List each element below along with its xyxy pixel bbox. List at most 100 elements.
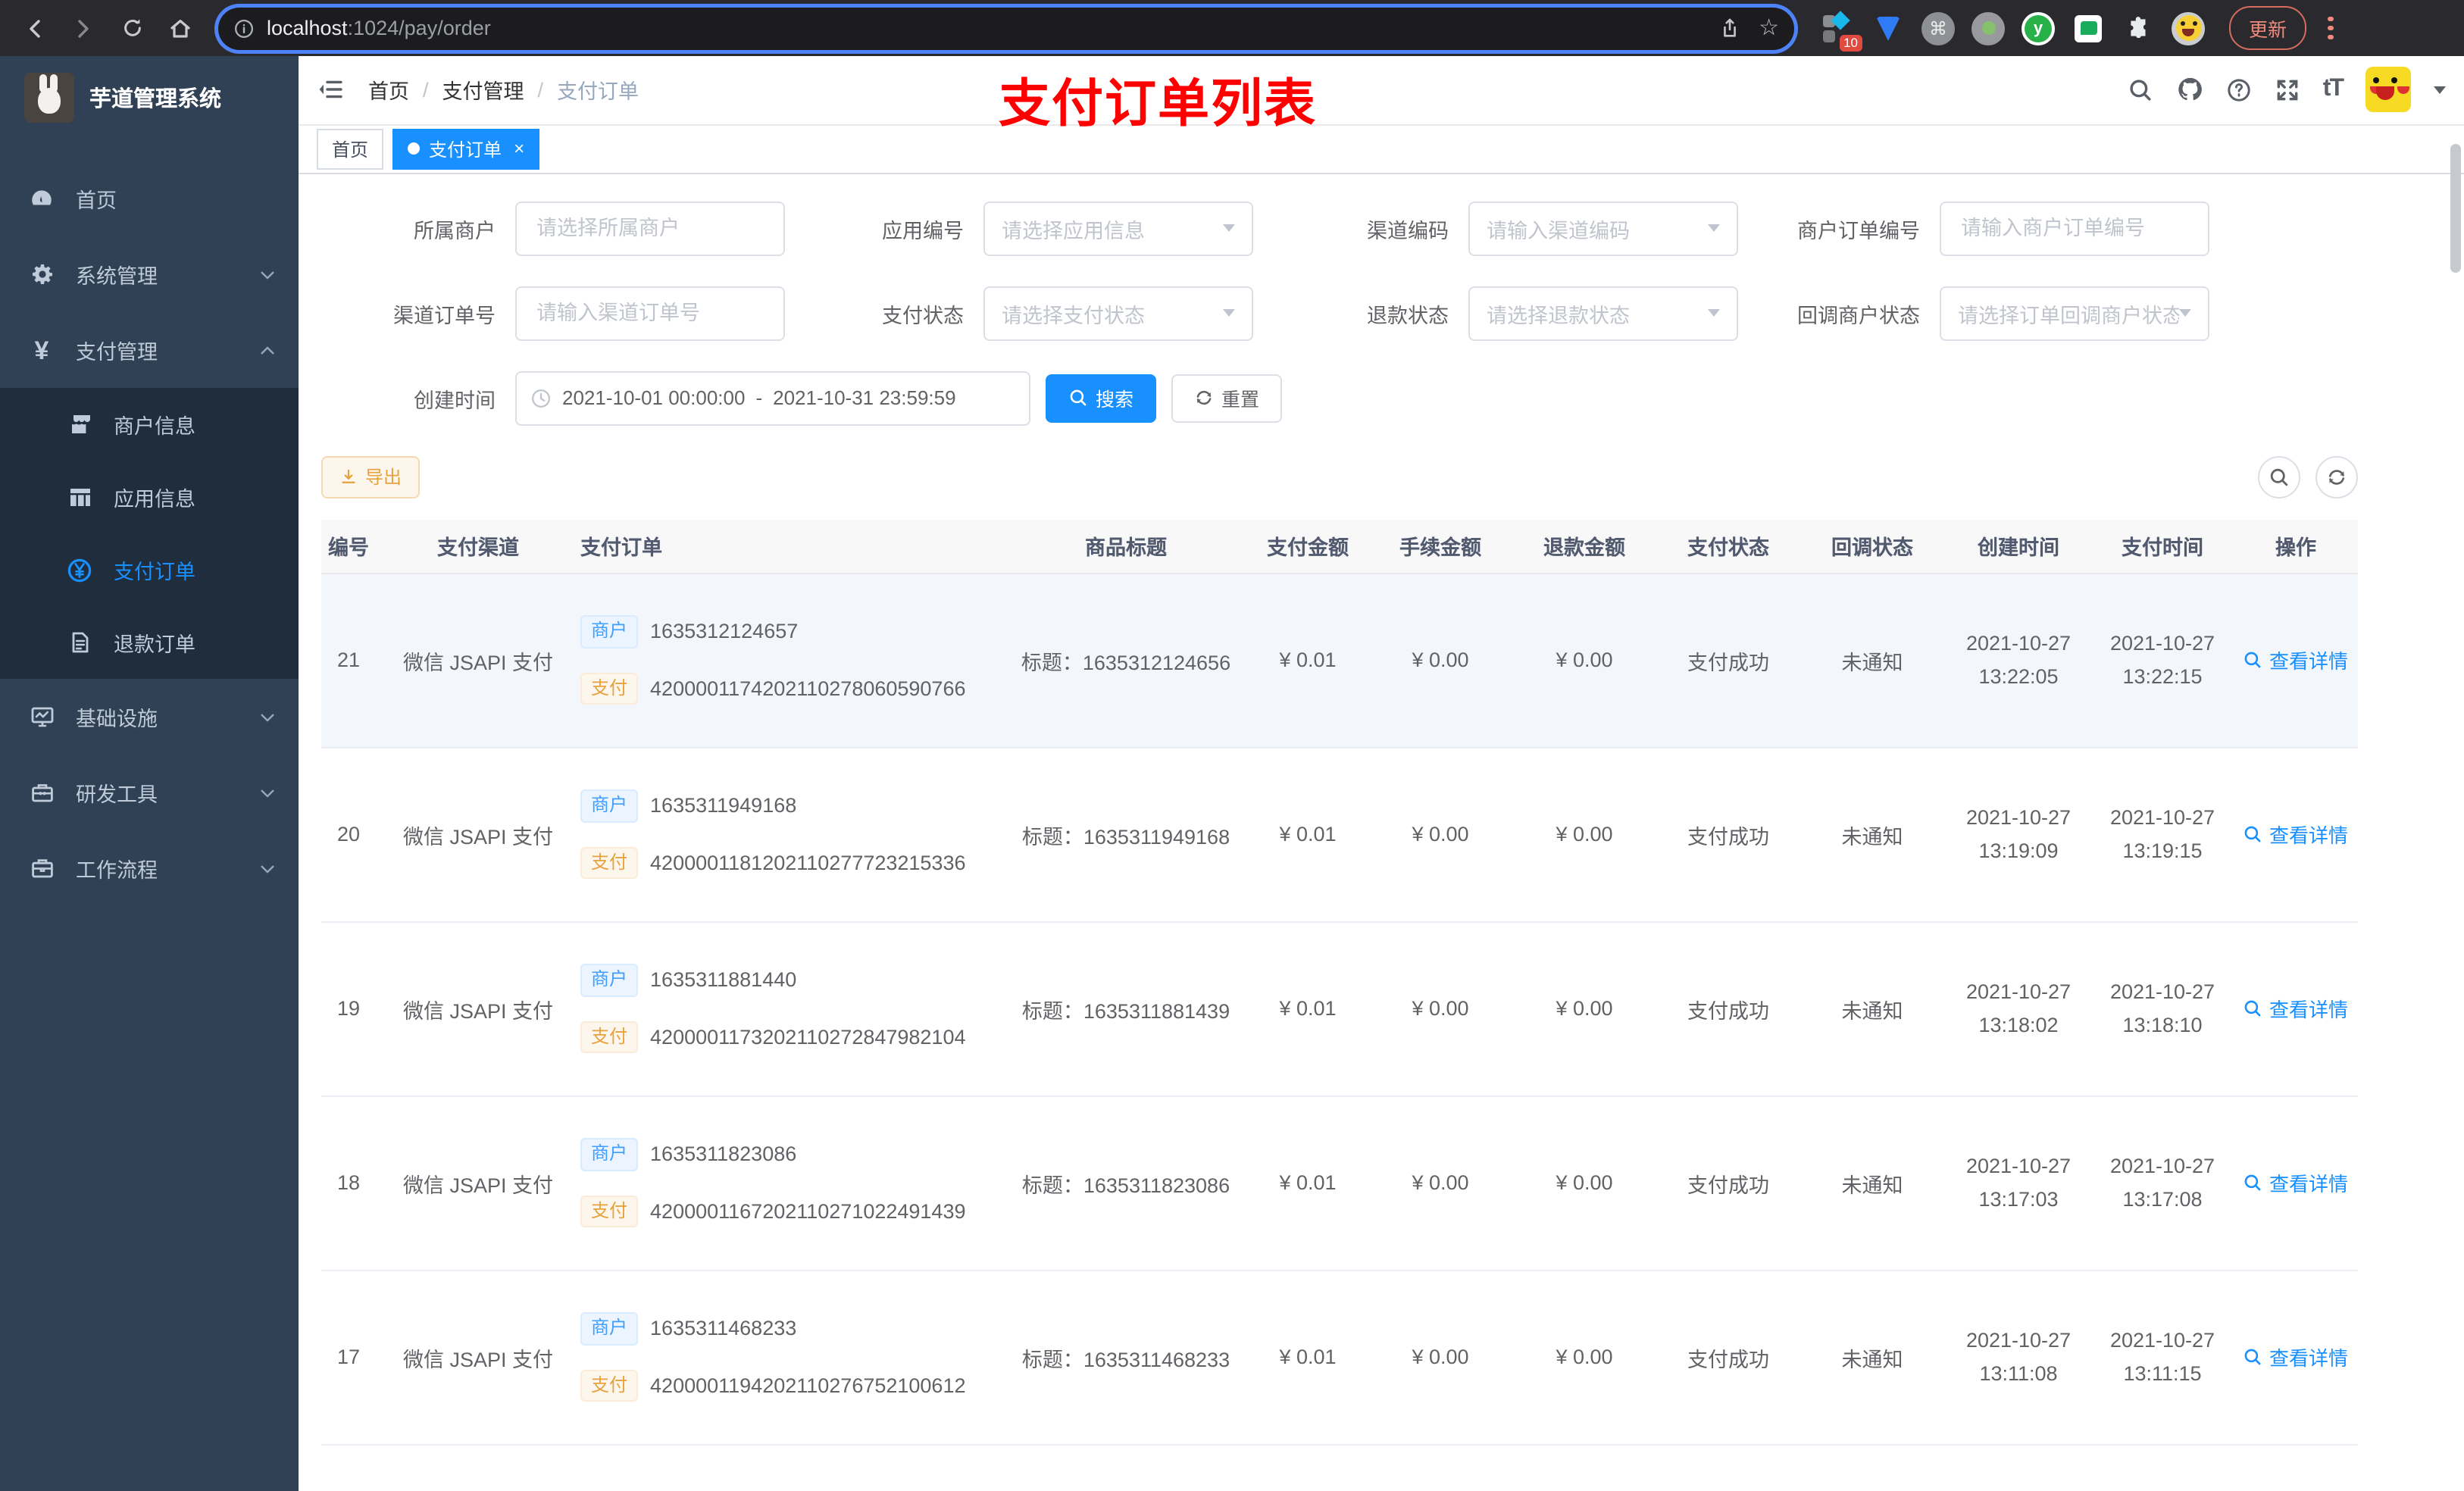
sidebar-menu: 首页 系统管理 ¥ 支付管理 商户信息 应用信息 支付订单 退款订单 基础设施 …	[0, 161, 299, 906]
merchant-tag: 商户	[580, 614, 639, 649]
sidebar-item-refund-order[interactable]: 退款订单	[0, 606, 299, 679]
channel-order-no-label: 渠道订单号	[393, 304, 496, 327]
merchant-input[interactable]	[515, 201, 785, 256]
breadcrumb-pay[interactable]: 支付管理	[442, 75, 524, 105]
tab-home[interactable]: 首页	[317, 128, 384, 170]
browser-reload-button[interactable]	[112, 8, 152, 48]
sidebar-item-devtools[interactable]: 研发工具	[0, 755, 299, 830]
search-button[interactable]: 搜索	[1046, 374, 1157, 423]
briefcase-icon	[29, 855, 55, 881]
browser-forward-button[interactable]	[64, 8, 103, 48]
export-button[interactable]: 导出	[321, 455, 421, 499]
logo-avatar	[24, 73, 74, 123]
pay-tag: 支付	[580, 1195, 639, 1228]
browser-toolbar: localhost:1024/pay/order ☆ 10 ⌘ y 更新	[0, 0, 2464, 56]
extensions-row: 10 ⌘ y	[1821, 10, 2205, 51]
reset-button[interactable]: 重置	[1171, 374, 1283, 423]
breadcrumb-current: 支付订单	[557, 80, 639, 104]
callback-status-select[interactable]: 请选择订单回调商户状态	[1940, 286, 2209, 341]
channel-order-no-input[interactable]	[515, 286, 785, 341]
fullscreen-icon[interactable]	[2275, 77, 2300, 103]
chevron-down-icon	[258, 707, 277, 727]
extension-chat-icon[interactable]	[2072, 11, 2105, 45]
bookmark-star-icon[interactable]: ☆	[1759, 17, 1779, 39]
collapse-sidebar-icon[interactable]	[317, 78, 344, 102]
sidebar-item-merchant-info[interactable]: 商户信息	[0, 388, 299, 461]
browser-home-button[interactable]	[161, 8, 200, 48]
caret-down-icon[interactable]	[2434, 86, 2446, 94]
extension-dot-icon[interactable]	[1972, 11, 2005, 45]
active-dot-icon	[408, 142, 421, 155]
sidebar: 芋道管理系统 首页 系统管理 ¥ 支付管理 商户信息 应用信息 支付订单 退款订…	[0, 56, 299, 1491]
pay-tag: 支付	[580, 1369, 639, 1402]
font-size-icon[interactable]: tT	[2323, 77, 2344, 104]
page-content: 所属商户 应用编号 请选择应用信息 渠道编码	[299, 173, 2464, 1491]
view-detail-link[interactable]: 查看详情	[2244, 994, 2348, 1023]
table-row: 17 微信 JSAPI 支付 商户 1635311468233 支付 4200001…	[321, 1271, 2358, 1446]
view-detail-link[interactable]: 查看详情	[2244, 820, 2348, 849]
merchant-input-field[interactable]	[533, 215, 767, 242]
sidebar-item-system[interactable]: 系统管理	[0, 236, 299, 312]
refund-status-select[interactable]: 请选择退款状态	[1468, 286, 1738, 341]
merchant-order-no-input[interactable]	[1940, 201, 2209, 256]
app-logo[interactable]: 芋道管理系统	[0, 56, 299, 139]
table-row: 21 微信 JSAPI 支付 商户 1635312124657 支付 4200001…	[321, 574, 2358, 749]
url-host: localhost	[267, 17, 348, 39]
channel-code-select[interactable]: 请输入渠道编码	[1468, 201, 1738, 256]
pay-submenu: 商户信息 应用信息 支付订单 退款订单	[0, 388, 299, 679]
top-navbar: 首页 / 支付管理 / 支付订单 支付订单列表 tT	[299, 56, 2464, 133]
pay-status-label: 支付状态	[882, 304, 964, 327]
window-scrollbar[interactable]	[2450, 144, 2461, 273]
sidebar-item-home[interactable]: 首页	[0, 161, 299, 236]
profile-avatar-icon[interactable]	[2172, 11, 2205, 45]
extensions-puzzle-icon[interactable]	[2122, 11, 2155, 45]
sidebar-item-workflow[interactable]: 工作流程	[0, 830, 299, 906]
address-bar[interactable]: localhost:1024/pay/order ☆	[218, 7, 1794, 49]
create-time-range-picker[interactable]: 2021-10-01 00:00:00 - 2021-10-31 23:59:5…	[515, 370, 1030, 426]
merchant-order-no-field[interactable]	[1958, 215, 2191, 242]
url-path: :1024/pay/order	[347, 17, 491, 39]
yen-circle-icon	[67, 557, 92, 583]
merchant-label: 所属商户	[414, 219, 496, 242]
site-info-icon[interactable]	[233, 17, 255, 39]
browser-back-button[interactable]	[15, 8, 55, 48]
extension-y-icon[interactable]: y	[2022, 11, 2055, 45]
channel-order-no-field[interactable]	[533, 300, 767, 327]
user-avatar[interactable]	[2366, 67, 2411, 113]
browser-update-button[interactable]: 更新	[2229, 6, 2307, 50]
pay-status-select[interactable]: 请选择支付状态	[983, 286, 1253, 341]
clock-icon	[530, 387, 552, 408]
sidebar-item-pay-order[interactable]: 支付订单	[0, 533, 299, 606]
view-detail-link[interactable]: 查看详情	[2244, 1343, 2348, 1371]
browser-menu-icon[interactable]	[2328, 16, 2334, 40]
sidebar-item-pay[interactable]: ¥ 支付管理	[0, 312, 299, 388]
extension-command-icon[interactable]: ⌘	[1921, 11, 1955, 45]
breadcrumb-home[interactable]: 首页	[368, 75, 409, 105]
github-icon[interactable]	[2176, 77, 2203, 104]
extension-sketch-icon[interactable]: 10	[1821, 10, 1862, 51]
refresh-table-button[interactable]	[2315, 455, 2358, 499]
date-start: 2021-10-01 00:00:00	[562, 386, 746, 410]
search-icon[interactable]	[2128, 77, 2153, 103]
toggle-search-button[interactable]	[2258, 455, 2300, 499]
share-icon[interactable]	[1718, 17, 1740, 39]
gauge-icon	[29, 186, 55, 211]
monitor-icon	[29, 704, 55, 730]
merchant-tag: 商户	[580, 1311, 639, 1346]
help-icon[interactable]	[2226, 77, 2252, 103]
app-select[interactable]: 请选择应用信息	[983, 201, 1253, 256]
view-detail-link[interactable]: 查看详情	[2244, 1168, 2348, 1197]
view-detail-link[interactable]: 查看详情	[2244, 645, 2348, 674]
document-icon	[67, 630, 92, 655]
sidebar-item-infra[interactable]: 基础设施	[0, 679, 299, 755]
tab-pay-order[interactable]: 支付订单 ×	[392, 128, 540, 170]
close-tab-icon[interactable]: ×	[514, 138, 524, 159]
extension-gem-icon[interactable]	[1871, 11, 1905, 45]
sidebar-item-app-info[interactable]: 应用信息	[0, 461, 299, 533]
toolbox-icon	[29, 780, 55, 805]
chevron-down-icon	[258, 783, 277, 802]
chevron-down-icon	[1708, 309, 1720, 317]
chevron-down-icon	[1223, 224, 1235, 233]
chevron-down-icon	[2179, 309, 2191, 317]
tags-view-bar: 首页 支付订单 ×	[299, 125, 2464, 174]
